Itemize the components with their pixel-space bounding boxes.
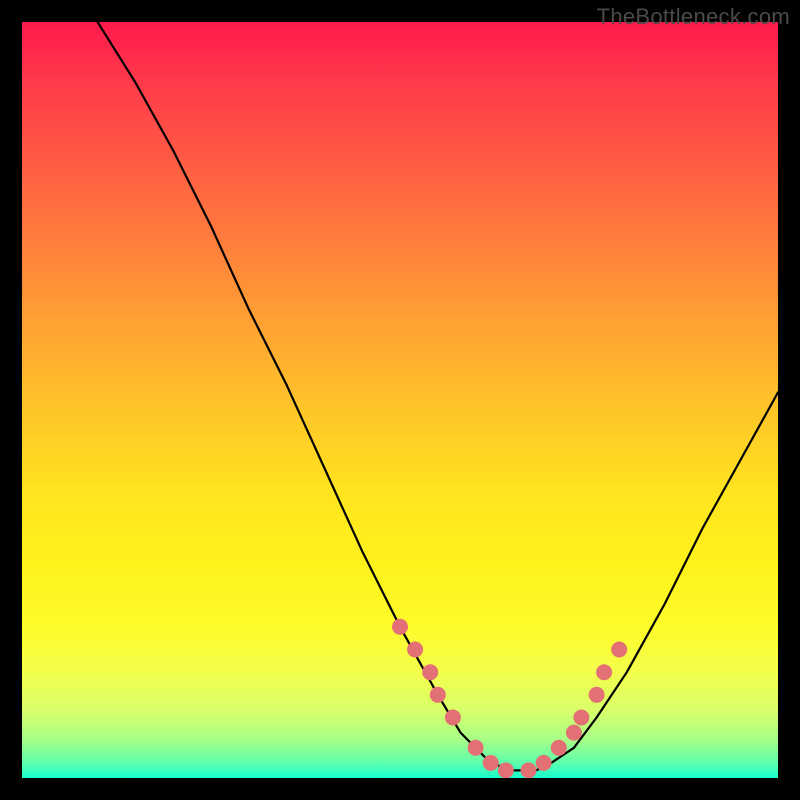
curve-marker — [483, 755, 499, 771]
curve-marker — [422, 664, 438, 680]
chart-frame: TheBottleneck.com — [0, 0, 800, 800]
curve-marker — [611, 642, 627, 658]
curve-marker — [551, 740, 567, 756]
curve-marker — [430, 687, 446, 703]
curve-marker — [589, 687, 605, 703]
bottleneck-curve — [98, 22, 778, 770]
curve-markers — [392, 619, 627, 778]
curve-marker — [521, 762, 537, 778]
curve-marker — [445, 710, 461, 726]
curve-marker — [536, 755, 552, 771]
curve-marker — [498, 762, 514, 778]
curve-layer — [22, 22, 778, 778]
curve-marker — [468, 740, 484, 756]
watermark-text: TheBottleneck.com — [597, 4, 790, 30]
curve-marker — [596, 664, 612, 680]
plot-area — [22, 22, 778, 778]
curve-marker — [407, 642, 423, 658]
curve-marker — [566, 725, 582, 741]
curve-marker — [392, 619, 408, 635]
curve-marker — [573, 710, 589, 726]
